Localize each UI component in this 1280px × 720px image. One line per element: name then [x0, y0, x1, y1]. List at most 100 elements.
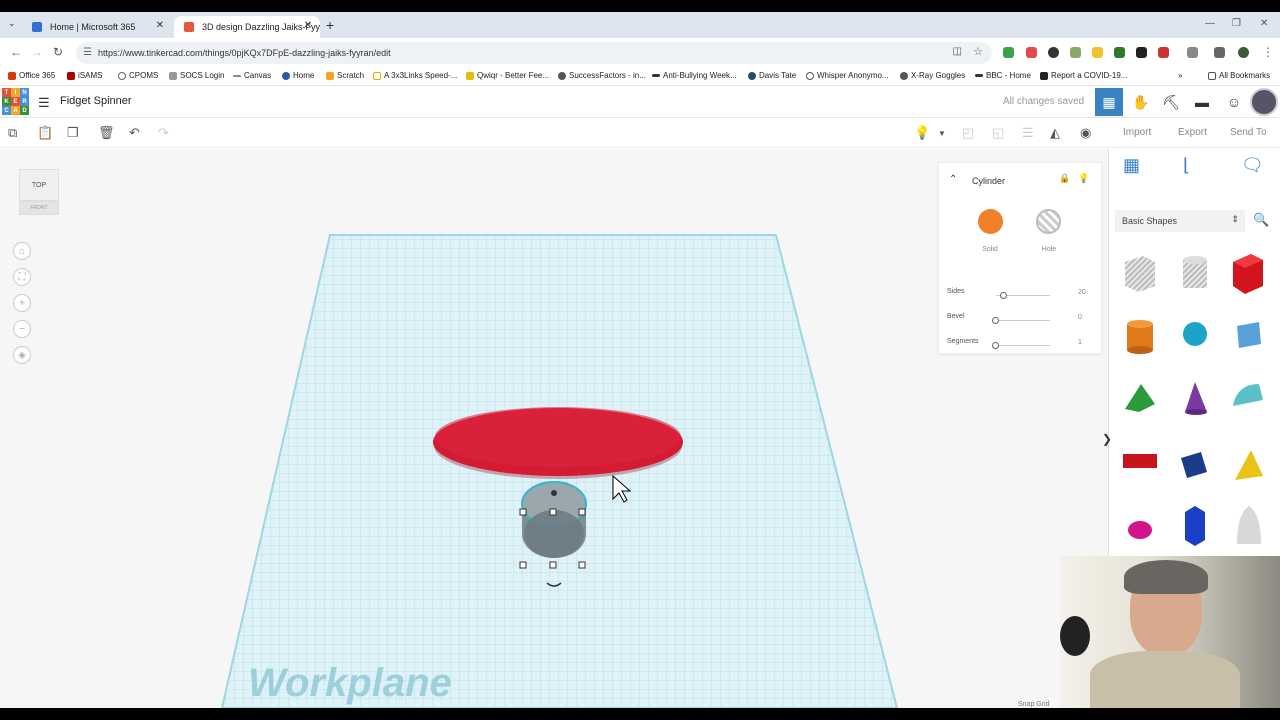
delete-icon[interactable]: 🗑 — [98, 125, 115, 141]
extension-icon[interactable] — [1158, 47, 1169, 58]
chevron-down-icon[interactable]: ▼ — [938, 129, 946, 138]
new-tab-icon[interactable]: + — [326, 17, 334, 33]
extension-icon[interactable] — [1003, 47, 1014, 58]
browser-tab-microsoft365[interactable]: Home | Microsoft 365 ✕ — [22, 16, 172, 38]
search-icon[interactable]: 🔍 — [1253, 212, 1269, 228]
perspective-icon[interactable]: ◈ — [13, 346, 31, 364]
view-cube-front[interactable]: FRONT — [19, 201, 59, 215]
minimize-icon[interactable]: — — [1205, 18, 1215, 29]
property-value[interactable]: 1 — [1078, 339, 1082, 346]
all-bookmarks[interactable]: All Bookmarks — [1208, 71, 1270, 80]
design-title[interactable]: Fidget Spinner — [60, 95, 132, 107]
close-tab-icon[interactable]: ✕ — [304, 20, 312, 31]
tab-search-icon[interactable]: ⌄ — [8, 18, 16, 29]
send-to-button[interactable]: Send To — [1230, 127, 1267, 138]
tinkercad-logo[interactable]: T I N K E R C A D — [2, 88, 29, 115]
extension-icon[interactable] — [1092, 47, 1103, 58]
extension-icon[interactable] — [1136, 47, 1147, 58]
home-view-icon[interactable]: ⌂ — [13, 242, 31, 260]
reload-icon[interactable]: ↻ — [53, 45, 63, 59]
duplicate-icon[interactable]: ❐ — [67, 125, 79, 141]
cruise-icon[interactable]: ◉ — [1080, 125, 1091, 141]
ungroup-icon[interactable]: ◱ — [992, 125, 1004, 141]
property-slider-knob[interactable] — [1000, 292, 1007, 299]
forward-icon[interactable]: → — [31, 45, 43, 59]
hole-swatch[interactable] — [1036, 209, 1061, 234]
import-button[interactable]: Import — [1123, 127, 1151, 138]
blocks-pickaxe-icon[interactable]: ⛏ — [1157, 88, 1185, 116]
property-slider-knob[interactable] — [992, 317, 999, 324]
bookmark-item[interactable]: iSAMS — [67, 71, 102, 80]
align-icon[interactable]: ☰ — [1022, 125, 1034, 141]
extension-icon[interactable] — [1048, 47, 1059, 58]
design-menu-icon[interactable]: ☰ — [38, 95, 50, 111]
bookmark-item[interactable]: Scratch — [326, 71, 364, 80]
more-bookmarks-icon[interactable]: » — [1178, 71, 1182, 80]
browser-tab-tinkercad[interactable]: 3D design Dazzling Jaiks-Fyyra ✕ — [174, 16, 320, 38]
extensions-puzzle-icon[interactable] — [1187, 47, 1198, 58]
browser-menu-icon[interactable]: ⋮ — [1262, 45, 1274, 59]
bookmark-item[interactable]: X-Ray Goggles — [900, 71, 965, 80]
home-icon — [282, 71, 290, 80]
bookmark-item[interactable]: SOCS Login — [169, 71, 224, 80]
fit-view-icon[interactable]: ⛶ — [13, 268, 31, 286]
pocket-icon[interactable] — [1026, 47, 1037, 58]
property-value[interactable]: 0 — [1078, 314, 1082, 321]
property-slider-track[interactable] — [996, 345, 1050, 346]
zoom-in-icon[interactable]: + — [13, 294, 31, 312]
3d-view-grid-icon[interactable]: ▦ — [1095, 88, 1123, 116]
bookmark-item[interactable]: Davis Tate — [748, 71, 796, 80]
back-icon[interactable]: ← — [10, 45, 22, 59]
bookmark-item[interactable]: A 3x3Links Speed-... — [373, 71, 457, 80]
profile-icon[interactable] — [1238, 47, 1249, 58]
bookmark-item[interactable]: BBC - Home — [975, 71, 1031, 80]
paste-icon[interactable]: 📋 — [37, 125, 53, 141]
bricks-icon[interactable]: ▬ — [1188, 88, 1216, 116]
extension-icon[interactable] — [1070, 47, 1081, 58]
zoom-out-icon[interactable]: − — [13, 320, 31, 338]
copy-icon[interactable]: ⧉ — [8, 125, 17, 141]
window-close-icon[interactable]: ✕ — [1260, 18, 1268, 29]
undo-icon[interactable]: ↶ — [129, 125, 140, 141]
shape-category-select[interactable]: Basic Shapes ⇕ — [1115, 210, 1245, 232]
collapse-panel-icon[interactable]: ❯ — [1102, 432, 1112, 446]
property-slider-knob[interactable] — [992, 342, 999, 349]
bookmark-item[interactable]: Office 365 — [8, 71, 55, 80]
mirror-icon[interactable]: ◭ — [1050, 125, 1060, 141]
bookmark-item[interactable]: CPOMS — [118, 71, 158, 80]
view-cube[interactable]: TOP FRONT — [19, 169, 59, 215]
view-cube-top[interactable]: TOP — [19, 169, 59, 201]
property-value[interactable]: 20 — [1078, 289, 1086, 296]
bookmark-item[interactable]: Anti-Bullying Week... — [652, 71, 737, 80]
light-bulb-icon[interactable]: 💡 — [914, 125, 930, 141]
visibility-bulb-icon[interactable]: 💡 — [1078, 173, 1089, 184]
lock-icon[interactable]: 🔒 — [1059, 173, 1070, 184]
group-icon[interactable]: ◰ — [962, 125, 974, 141]
avatar[interactable] — [1250, 88, 1278, 116]
grid-panel-icon[interactable]: ▦ — [1123, 155, 1140, 176]
sim-lab-icon[interactable]: ✋ — [1127, 88, 1155, 116]
bookmark-item[interactable]: Home — [282, 71, 314, 80]
property-slider-track[interactable] — [996, 320, 1050, 321]
extension-icon[interactable] — [1114, 47, 1125, 58]
download-icon[interactable] — [1214, 47, 1225, 58]
bookmark-star-icon[interactable]: ☆ — [973, 45, 983, 58]
notes-icon[interactable]: 🗨 — [1241, 155, 1264, 176]
solid-color-swatch[interactable] — [978, 209, 1003, 234]
close-tab-icon[interactable]: ✕ — [156, 20, 164, 31]
bookmark-item[interactable]: Qwiqr - Better Fee... — [466, 71, 549, 80]
url-field[interactable]: ☰ https://www.tinkercad.com/things/0pjKQ… — [76, 42, 992, 64]
install-icon[interactable]: ◫ — [953, 46, 962, 57]
ruler-icon[interactable]: ⌊ — [1183, 155, 1190, 176]
add-user-icon[interactable]: ☺ — [1220, 88, 1248, 116]
snap-grid-label[interactable]: Snap Grid — [1018, 701, 1050, 708]
bookmark-item[interactable]: SuccessFactors - in... — [558, 71, 646, 80]
bookmark-item[interactable]: Whisper Anonymo... — [806, 71, 889, 80]
collapse-chevron-icon[interactable]: ⌃ — [949, 174, 957, 185]
site-info-icon[interactable]: ☰ — [83, 47, 92, 58]
export-button[interactable]: Export — [1178, 127, 1207, 138]
maximize-icon[interactable]: ❐ — [1232, 18, 1241, 29]
bookmark-item[interactable]: Report a COVID-19... — [1040, 71, 1127, 80]
redo-icon[interactable]: ↷ — [158, 125, 169, 141]
bookmark-item[interactable]: Canvas — [233, 71, 271, 80]
